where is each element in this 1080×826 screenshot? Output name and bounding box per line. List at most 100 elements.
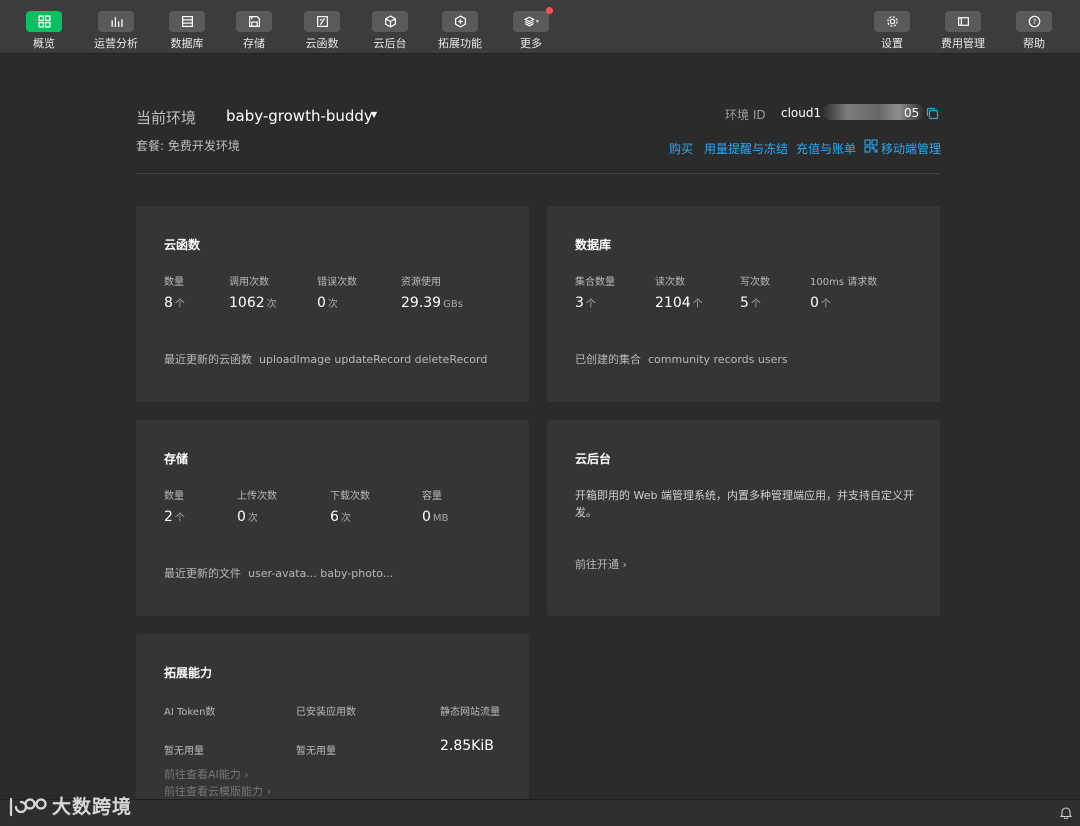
- bell-icon[interactable]: [1060, 806, 1072, 819]
- toolbar-database[interactable]: 数据库: [155, 0, 219, 54]
- toolbar-more[interactable]: 更多: [499, 0, 563, 54]
- stat-label: 静态网站流量: [440, 707, 500, 718]
- toolbar-settings[interactable]: 设置: [860, 0, 924, 54]
- svg-text:?: ?: [1032, 17, 1036, 26]
- toolbar-cloud-functions[interactable]: 云函数: [290, 0, 354, 54]
- stat-label: 资源使用: [401, 277, 441, 288]
- layers-icon: [513, 7, 553, 32]
- toolbar-billing[interactable]: 费用管理: [931, 0, 995, 54]
- status-bar: [0, 799, 1080, 826]
- top-toolbar: 概览 运营分析 数据库 存储 云函数 云后台 拓展功能 更多 设置 费用管理 ?…: [0, 0, 1080, 54]
- plan-label: 套餐: 免费开发环境: [136, 139, 240, 153]
- grid-icon: [26, 11, 62, 32]
- card-title: 拓展能力: [164, 666, 213, 680]
- toolbar-label: 拓展功能: [438, 37, 482, 50]
- watermark: 大数跨境: [8, 792, 132, 819]
- stat-value: 0个: [810, 295, 831, 311]
- env-id-value: cloud1: [781, 106, 822, 120]
- stat-value: 0次: [237, 509, 258, 525]
- card-title: 云后台: [575, 452, 612, 466]
- toolbar-label: 数据库: [170, 37, 204, 50]
- usage-alert-link[interactable]: 用量提醒与冻结: [704, 140, 788, 157]
- toolbar-extensions[interactable]: 拓展功能: [428, 0, 492, 54]
- toolbar-analytics[interactable]: 运营分析: [84, 0, 148, 54]
- card-title: 存储: [164, 452, 189, 466]
- stat-label: 写次数: [740, 277, 770, 288]
- toolbar-label: 云函数: [305, 37, 339, 50]
- stat-value: 2104 个: [655, 295, 703, 311]
- stat-label: 集合数量: [575, 277, 615, 288]
- env-selector[interactable]: baby-growth-buddy: [226, 107, 373, 125]
- recharge-link[interactable]: 充值与账单: [796, 140, 856, 157]
- extensions-card: 拓展能力 AI Token数 已安装应用数 静态网站流量 暂无用量 暂无用量 2…: [136, 634, 529, 799]
- stat-value: 5个: [740, 295, 761, 311]
- stat-value: 2个: [164, 509, 185, 525]
- stat-label: 已安装应用数: [296, 707, 356, 718]
- toolbar-overview[interactable]: 概览: [12, 0, 76, 54]
- toolbar-label: 费用管理: [941, 37, 985, 50]
- stat-label: 错误次数: [317, 277, 357, 288]
- toolbar-label: 设置: [881, 37, 903, 50]
- stat-value: 0次: [317, 295, 338, 311]
- buy-link[interactable]: 购买: [669, 140, 693, 157]
- notification-dot: [546, 7, 553, 14]
- stat-value: 暂无用量: [164, 746, 204, 757]
- save-icon: [236, 11, 272, 32]
- watermark-text: 大数跨境: [52, 796, 133, 818]
- stat-value: 暂无用量: [296, 746, 336, 757]
- mobile-manage-link[interactable]: 移动端管理: [881, 140, 941, 157]
- billing-icon: [945, 11, 981, 32]
- chevron-right-icon: ›: [244, 768, 249, 781]
- stat-label: AI Token数: [164, 707, 216, 718]
- database-card: 数据库 集合数量 读次数 写次数 100ms 请求数 3个 2104 个 5个 0…: [547, 206, 940, 402]
- bar-chart-icon: [98, 11, 134, 32]
- cube-icon: [372, 11, 408, 32]
- stat-value: 0 MB: [422, 509, 449, 525]
- toolbar-label: 帮助: [1023, 37, 1045, 50]
- stat-value: 3个: [575, 295, 596, 311]
- stat-value: 1062 次: [229, 295, 277, 311]
- qr-code-icon[interactable]: [864, 139, 878, 153]
- toolbar-cloud-admin[interactable]: 云后台: [358, 0, 422, 54]
- gear-icon: [874, 11, 910, 32]
- caret-down-icon[interactable]: ▼: [371, 110, 377, 119]
- help-icon: ?: [1016, 11, 1052, 32]
- stat-label: 调用次数: [229, 277, 269, 288]
- card-footer: 最近更新的云函数 uploadImage updateRecord delete…: [164, 353, 488, 366]
- toolbar-help[interactable]: ? 帮助: [1002, 0, 1066, 54]
- ai-capability-link[interactable]: 前往查看AI能力 ›: [164, 766, 249, 782]
- toolbar-label: 更多: [520, 37, 542, 50]
- stat-value: 2.85KiB: [440, 738, 494, 754]
- chevron-right-icon: ›: [266, 785, 271, 798]
- watermark-logo: [9, 797, 47, 816]
- env-id-suffix: 05: [904, 106, 920, 120]
- card-title: 数据库: [575, 238, 612, 252]
- toolbar-label: 概览: [33, 37, 55, 50]
- toolbar-label: 存储: [243, 37, 265, 50]
- stat-label: 读次数: [655, 277, 685, 288]
- overview-panel: 当前环境 baby-growth-buddy ▼ 套餐: 免费开发环境 环境 I…: [0, 55, 1080, 799]
- stat-label: 下载次数: [330, 491, 370, 502]
- copy-icon[interactable]: [926, 107, 939, 120]
- database-icon: [169, 11, 205, 32]
- toolbar-storage[interactable]: 存储: [222, 0, 286, 54]
- card-title: 云函数: [164, 238, 201, 252]
- stat-value: 8个: [164, 295, 185, 311]
- template-capability-link[interactable]: 前往查看云模版能力 ›: [164, 783, 271, 799]
- env-id-label: 环境 ID: [725, 108, 766, 122]
- cloud-functions-card: 云函数 数量 调用次数 错误次数 资源使用 8个 1062 次 0次 29.39 G…: [136, 206, 529, 402]
- card-description: 开箱即用的 Web 端管理系统，内置多种管理端应用，并支持自定义开发。: [575, 489, 914, 519]
- card-footer: 已创建的集合 community records users: [575, 353, 788, 366]
- stat-label: 上传次数: [237, 491, 277, 502]
- cloud-admin-card: 云后台 开箱即用的 Web 端管理系统，内置多种管理端应用，并支持自定义开发。 …: [547, 420, 940, 616]
- stat-label: 容量: [422, 491, 442, 502]
- divider: [136, 173, 940, 174]
- toolbar-label: 云后台: [373, 37, 407, 50]
- toolbar-label: 运营分析: [94, 37, 138, 50]
- env-label: 当前环境: [136, 109, 197, 127]
- stat-label: 100ms 请求数: [810, 277, 878, 288]
- activate-link[interactable]: 前往开通 ›: [575, 556, 627, 572]
- stat-label: 数量: [164, 277, 184, 288]
- storage-card: 存储 数量 上传次数 下载次数 容量 2个 0次 6次 0 MB 最近更新的文件 …: [136, 420, 529, 616]
- stat-value: 6次: [330, 509, 351, 525]
